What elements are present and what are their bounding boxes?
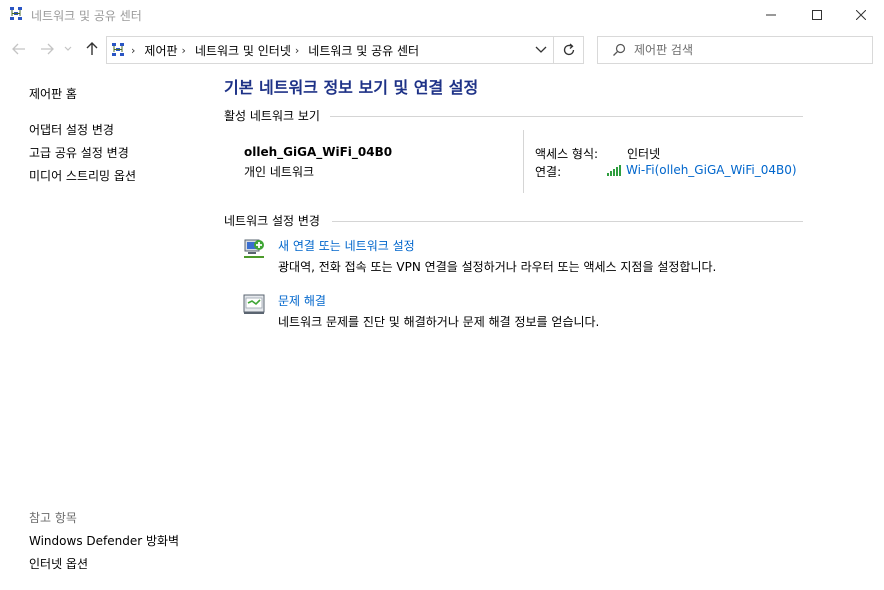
minimize-button[interactable] [748,0,794,30]
close-button[interactable] [838,0,884,30]
vertical-divider [523,130,524,193]
section-divider [332,221,803,222]
network-type[interactable]: 개인 네트워크 [244,163,314,180]
window-title: 네트워크 및 공유 센터 [31,9,142,23]
network-name: olleh_GiGA_WiFi_04B0 [244,145,393,159]
network-sharing-icon [10,7,22,20]
arrow-up-icon [86,42,98,55]
sidebar-item-media-streaming-options[interactable]: 미디어 스트리밍 옵션 [29,167,136,184]
troubleshoot-description: 네트워크 문제를 진단 및 해결하거나 문제 해결 정보를 얻습니다. [278,315,600,329]
troubleshoot-icon [243,294,265,314]
access-type-label: 액세스 형식: [535,147,599,161]
address-bar[interactable]: › 제어판 › 네트워크 및 인터넷 › 네트워크 및 공유 센터 [106,36,554,64]
maximize-icon [812,10,822,20]
arrow-left-icon [12,43,25,55]
refresh-icon [563,43,574,56]
recent-locations-button[interactable] [62,40,74,58]
breadcrumb-separator-icon[interactable]: › [295,44,299,57]
sidebar-item-advanced-sharing-settings[interactable]: 고급 공유 설정 변경 [29,144,129,161]
back-button[interactable] [10,40,28,58]
up-button[interactable] [83,40,101,58]
maximize-button[interactable] [794,0,840,30]
chevron-down-icon [64,46,72,51]
chevron-down-icon[interactable] [535,45,547,55]
see-also-header: 참고 항목 [29,511,77,525]
title-bar: 네트워크 및 공유 센터 [0,0,884,30]
breadcrumb-item-control-panel[interactable]: 제어판 [144,42,177,59]
active-networks-header: 활성 네트워크 보기 [224,109,320,123]
arrow-right-icon [41,43,54,55]
search-input[interactable] [634,40,864,60]
connection-link-label[interactable]: Wi-Fi(olleh_GiGA_WiFi_04B0) [626,163,797,177]
sidebar-item-internet-options[interactable]: 인터넷 옵션 [29,555,88,572]
close-icon [856,10,866,20]
breadcrumb: › 제어판 › 네트워크 및 인터넷 › 네트워크 및 공유 센터 [131,42,419,59]
setup-new-connection-link[interactable]: 새 연결 또는 네트워크 설정 [278,237,415,254]
search-box[interactable] [597,36,873,64]
forward-button[interactable] [38,40,56,58]
access-type-value: 인터넷 [627,147,661,161]
section-divider [330,116,803,117]
troubleshoot-link[interactable]: 문제 해결 [278,292,326,309]
breadcrumb-item-network-internet[interactable]: 네트워크 및 인터넷 [195,42,291,59]
new-connection-icon [244,239,264,258]
breadcrumb-separator-icon[interactable]: › [182,44,186,57]
minimize-icon [766,14,776,16]
change-settings-header: 네트워크 설정 변경 [224,214,320,228]
refresh-button[interactable] [554,36,584,64]
connections-label: 연결: [535,165,562,179]
sidebar-item-control-panel-home[interactable]: 제어판 홈 [29,85,77,102]
wifi-connection-link[interactable]: Wi-Fi(olleh_GiGA_WiFi_04B0) [607,163,797,177]
sidebar-item-change-adapter-settings[interactable]: 어댑터 설정 변경 [29,121,114,138]
breadcrumb-item-network-sharing-center[interactable]: 네트워크 및 공유 센터 [308,42,419,59]
breadcrumb-separator-icon[interactable]: › [131,44,135,57]
network-sharing-icon [112,43,124,56]
page-title: 기본 네트워크 정보 보기 및 연결 설정 [224,78,479,97]
setup-new-connection-description: 광대역, 전화 접속 또는 VPN 연결을 설정하거나 라우터 또는 액세스 지… [278,260,717,274]
sidebar-item-windows-defender-firewall[interactable]: Windows Defender 방화벽 [29,532,179,549]
wifi-signal-icon [607,164,621,176]
search-icon [613,43,626,56]
